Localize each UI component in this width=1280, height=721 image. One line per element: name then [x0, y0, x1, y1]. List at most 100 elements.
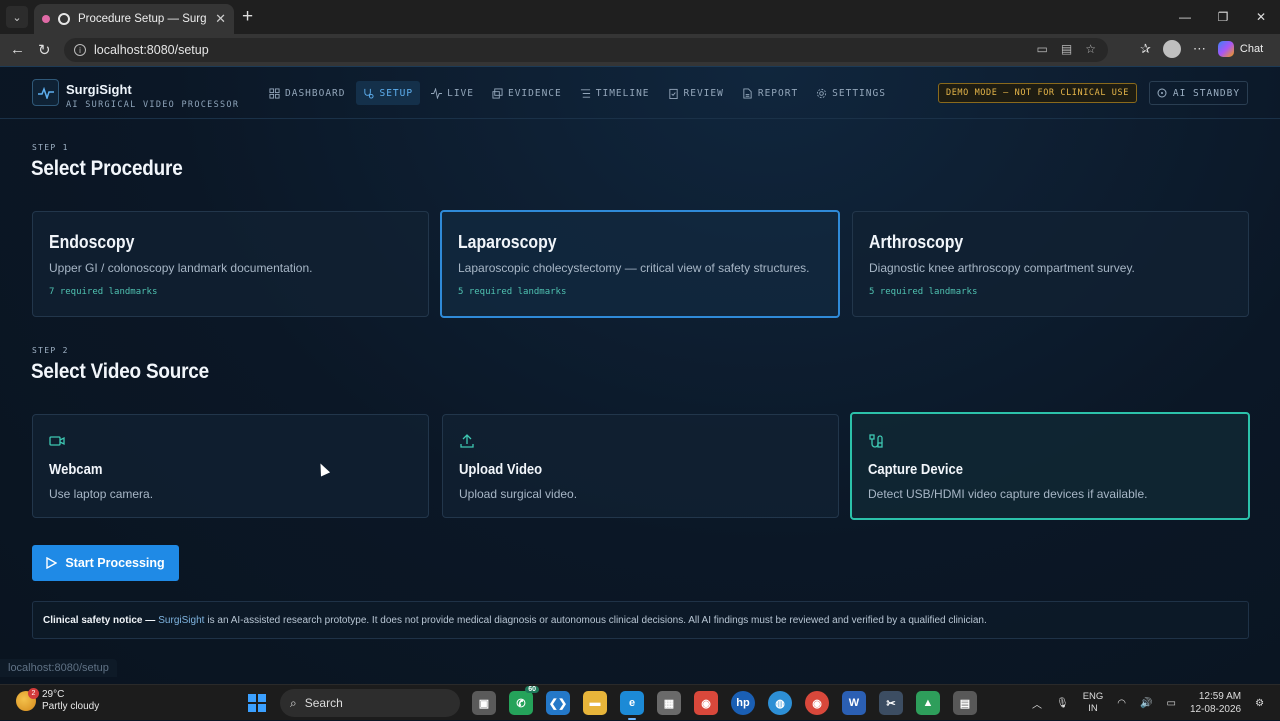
taskbar-search[interactable]: ⌕ Search: [280, 689, 460, 717]
more-options-icon[interactable]: ⋯: [1193, 41, 1206, 57]
temperature: 29°C: [42, 689, 65, 700]
procedure-landmarks: 7 required landmarks: [49, 287, 158, 297]
address-bar[interactable]: i localhost:8080/setup ▭ ▤ ☆: [64, 38, 1108, 62]
nav-report[interactable]: REPORT: [735, 81, 805, 105]
play-icon: [46, 557, 58, 569]
window-controls: — ❐ ✕: [1166, 0, 1280, 34]
procedure-name: Arthroscopy: [869, 232, 964, 252]
site-info-icon[interactable]: i: [74, 44, 86, 56]
weather-badge: 2: [28, 688, 39, 699]
notepad-icon[interactable]: ▤: [953, 691, 977, 715]
nav-timeline[interactable]: TIMELINE: [573, 81, 657, 105]
brand-name: SurgiSight: [66, 82, 132, 97]
task-view-icon[interactable]: ▣: [472, 691, 496, 715]
tab-actions-menu-icon[interactable]: ⌄: [6, 6, 28, 28]
procedure-name: Endoscopy: [49, 232, 135, 252]
snipping-tool-icon[interactable]: ✂: [879, 691, 903, 715]
tab-title: Procedure Setup — SurgiSight: [78, 13, 208, 25]
volume-icon[interactable]: 🔊: [1140, 698, 1152, 709]
grid-icon: [269, 87, 280, 99]
vscode-icon[interactable]: ❮❯: [546, 691, 570, 715]
search-placeholder: Search: [304, 696, 343, 710]
file-explorer-icon[interactable]: ▬: [583, 691, 607, 715]
source-description: Detect USB/HDMI video capture devices if…: [868, 487, 1148, 501]
lang-line1: ENG: [1082, 691, 1104, 702]
close-window-icon[interactable]: ✕: [1242, 0, 1280, 34]
source-card-webcam[interactable]: Webcam Use laptop camera.: [32, 414, 429, 518]
nav-settings[interactable]: SETTINGS: [809, 81, 893, 105]
url-text[interactable]: localhost:8080/setup: [94, 43, 209, 57]
language-indicator[interactable]: ENG IN: [1083, 691, 1104, 715]
weather-widget[interactable]: 2 29°C Partly cloudy: [16, 688, 100, 713]
source-card-upload[interactable]: Upload Video Upload surgical video.: [442, 414, 839, 518]
procedure-landmarks: 5 required landmarks: [869, 287, 978, 297]
workspace-icon: [42, 15, 50, 23]
whatsapp-icon[interactable]: ✆ 60: [509, 686, 539, 715]
favorite-star-icon[interactable]: ☆: [1085, 42, 1096, 56]
favorites-icon[interactable]: ✰: [1140, 41, 1151, 57]
clock-time: 12:59 AM: [1198, 691, 1242, 702]
maximize-icon[interactable]: ❐: [1204, 0, 1242, 34]
procedure-card-endoscopy[interactable]: Endoscopy Upper GI / colonoscopy landmar…: [32, 211, 429, 317]
source-name: Upload Video: [459, 462, 543, 478]
procedure-card-arthroscopy[interactable]: Arthroscopy Diagnostic knee arthroscopy …: [852, 211, 1249, 317]
word-icon[interactable]: W: [842, 691, 866, 715]
procedure-card-laparoscopy[interactable]: Laparoscopy Laparoscopic cholecystectomy…: [440, 210, 840, 318]
source-card-capture-device[interactable]: Capture Device Detect USB/HDMI video cap…: [850, 412, 1250, 520]
nav-review[interactable]: REVIEW: [661, 81, 731, 105]
nav-label: SETUP: [379, 87, 414, 99]
reload-icon[interactable]: ↻: [38, 41, 51, 59]
nav-live[interactable]: LIVE: [424, 81, 481, 105]
ai-standby-button[interactable]: AI STANDBY: [1149, 81, 1248, 105]
edge-browser-icon[interactable]: e: [620, 691, 644, 720]
minimize-icon[interactable]: —: [1166, 0, 1204, 34]
clock-date: 12-08-2026: [1189, 704, 1242, 715]
google-drive-icon[interactable]: ▲: [916, 691, 940, 715]
battery-icon[interactable]: ▭: [1166, 698, 1175, 709]
taskbar-apps: ▣ ✆ 60 ❮❯ ▬ e ▦ ◉ hp ◍ ◉ W ✂ ▲ ▤: [472, 686, 977, 720]
hp-icon[interactable]: hp: [731, 691, 755, 715]
procedure-description: Diagnostic knee arthroscopy compartment …: [869, 261, 1135, 275]
nav-evidence[interactable]: EVIDENCE: [485, 81, 569, 105]
search-icon: ⌕: [290, 695, 297, 710]
reading-view-icon[interactable]: ▤: [1061, 42, 1072, 56]
nav-label: REPORT: [757, 87, 799, 99]
nav-label: SETTINGS: [832, 87, 886, 99]
browser-toolbar: ← ↻ i localhost:8080/setup ▭ ▤ ☆ ✰ ⋯ Cha…: [0, 34, 1280, 66]
windows-start-icon[interactable]: [248, 694, 266, 712]
list-icon: [580, 88, 590, 98]
new-tab-icon[interactable]: +: [242, 7, 253, 27]
gear-icon: [817, 88, 827, 98]
store-icon[interactable]: ▦: [657, 691, 681, 715]
microphone-icon[interactable]: 🎙: [1056, 698, 1069, 709]
weather-condition: Partly cloudy: [42, 701, 100, 712]
nav-label: LIVE: [447, 87, 474, 99]
logo-pulse-icon[interactable]: [32, 79, 59, 106]
procedure-description: Laparoscopic cholecystectomy — critical …: [458, 261, 810, 275]
upload-icon: [460, 434, 474, 448]
chrome-icon[interactable]: ◉: [694, 691, 718, 715]
source-description: Use laptop camera.: [49, 487, 154, 501]
activity-icon: [431, 87, 443, 99]
profile-avatar[interactable]: [1162, 40, 1181, 58]
nav-setup[interactable]: SETUP: [356, 81, 421, 105]
show-hidden-icons-icon[interactable]: ︿: [1032, 696, 1042, 711]
python-icon[interactable]: ◍: [768, 691, 792, 715]
start-processing-button[interactable]: Start Processing: [32, 545, 179, 581]
browser-tab[interactable]: Procedure Setup — SurgiSight ✕: [34, 4, 234, 34]
settings-gear-icon[interactable]: ⚙: [1255, 698, 1264, 709]
browser-tabstrip: ⌄ Procedure Setup — SurgiSight ✕ + — ❐ ✕: [0, 0, 1280, 34]
copilot-chat-button[interactable]: Chat: [1217, 41, 1264, 57]
camera-icon[interactable]: ▭: [1037, 42, 1048, 56]
notice-heading: Clinical safety notice —: [43, 614, 156, 626]
back-icon[interactable]: ←: [10, 41, 25, 58]
chrome-profile-icon[interactable]: ◉: [805, 691, 829, 715]
system-clock[interactable]: 12:59 AM 12-08-2026: [1190, 690, 1241, 716]
chat-label: Chat: [1239, 43, 1264, 55]
nav-dashboard[interactable]: DASHBOARD: [262, 81, 352, 105]
clinical-safety-notice: Clinical safety notice — SurgiSight is a…: [32, 601, 1249, 639]
images-icon: [492, 87, 503, 99]
wifi-icon[interactable]: ◠: [1117, 698, 1126, 709]
step1-label: STEP 1: [32, 143, 69, 152]
tab-close-icon[interactable]: ✕: [215, 11, 226, 27]
